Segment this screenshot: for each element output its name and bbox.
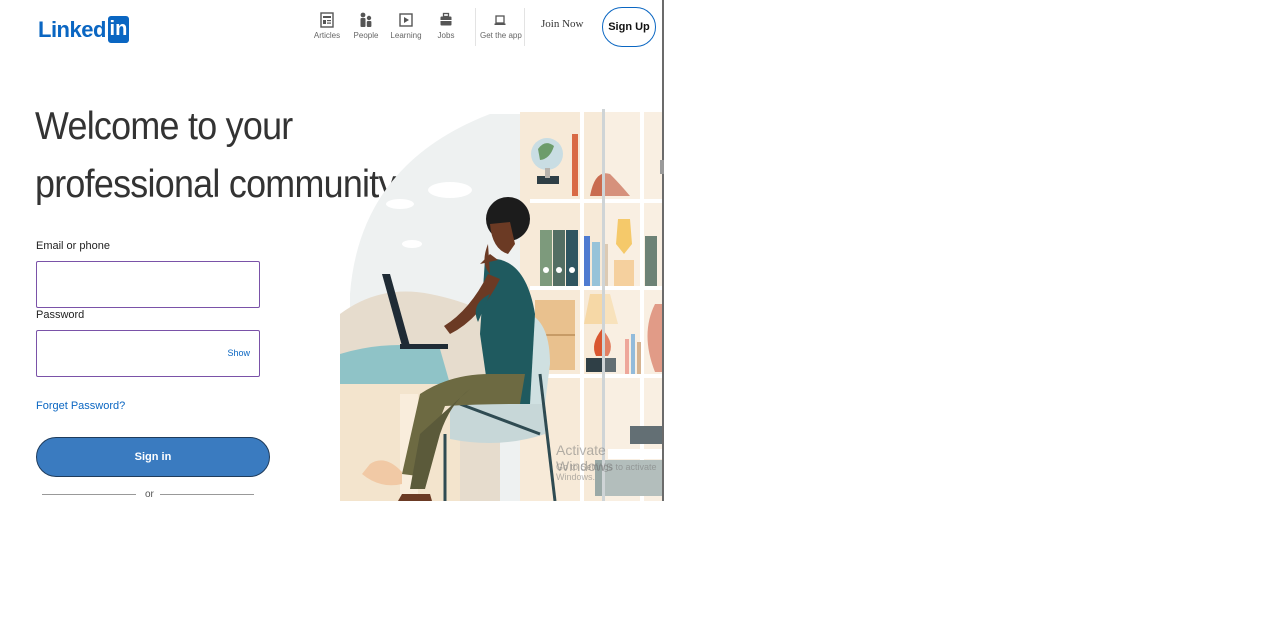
- nav-learning[interactable]: Learning: [386, 11, 426, 40]
- password-label: Password: [36, 309, 85, 321]
- nav-articles-label: Articles: [313, 31, 341, 40]
- nav-people-label: People: [353, 31, 379, 40]
- nav-articles[interactable]: Articles: [307, 11, 347, 40]
- email-field[interactable]: [37, 262, 233, 305]
- logo-in-box: in: [107, 16, 129, 43]
- nav-jobs[interactable]: Jobs: [426, 11, 466, 40]
- show-password-button[interactable]: Show: [227, 348, 250, 358]
- divider-line-right: [160, 494, 254, 495]
- laptop-icon: [494, 15, 506, 25]
- nav-jobs-label: Jobs: [437, 31, 455, 40]
- nav-divider: [524, 8, 525, 46]
- nav-get-app[interactable]: Get the app: [480, 11, 522, 40]
- sign-in-button[interactable]: Sign in: [36, 437, 270, 477]
- logo-text: Linked: [38, 16, 106, 42]
- password-field[interactable]: [37, 331, 233, 374]
- jobs-icon: [440, 12, 452, 26]
- headline-line-1: Welcome to your: [35, 105, 293, 148]
- scrollbar-thumb[interactable]: [660, 160, 664, 174]
- join-now-link[interactable]: Join Now: [541, 18, 583, 30]
- login-page: Linked in Articles People Learning Jobs …: [0, 0, 663, 501]
- email-label: Email or phone: [36, 240, 110, 252]
- learning-icon: [399, 13, 413, 27]
- articles-icon: [320, 12, 334, 28]
- sign-up-button[interactable]: Sign Up: [602, 7, 656, 47]
- nav-get-app-label: Get the app: [480, 31, 522, 40]
- window-edge: [662, 0, 664, 501]
- email-field-wrapper: [36, 261, 260, 308]
- password-field-wrapper: Show: [36, 330, 260, 377]
- or-divider-text: or: [145, 489, 154, 500]
- activate-windows-subtext: Go to Settings to activate Windows.: [556, 462, 657, 482]
- nav-divider: [475, 8, 476, 46]
- divider-line-left: [42, 494, 136, 495]
- nav-learning-label: Learning: [390, 31, 422, 40]
- nav-people[interactable]: People: [346, 11, 386, 40]
- linkedin-logo[interactable]: Linked in: [38, 16, 129, 43]
- forgot-password-link[interactable]: Forget Password?: [36, 400, 125, 412]
- people-icon: [360, 12, 372, 27]
